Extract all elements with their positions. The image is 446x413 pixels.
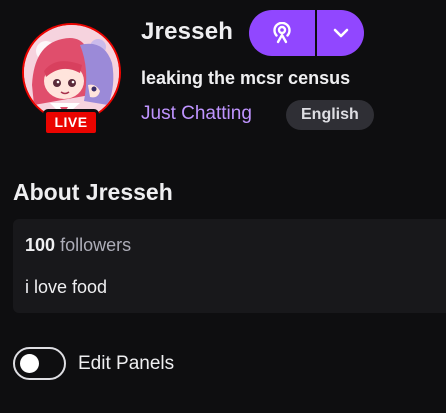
broadcast-dropdown-button[interactable] [317, 10, 364, 56]
channel-name[interactable]: Jresseh [141, 18, 233, 46]
channel-bio: i love food [25, 277, 108, 297]
live-badge: LIVE [43, 109, 99, 136]
stream-title: leaking the mcsr census [141, 68, 351, 88]
stream-action-button-group [249, 10, 364, 56]
category-link[interactable]: Just Chatting [141, 103, 252, 125]
avatar[interactable] [24, 25, 119, 120]
edit-panels-label[interactable]: Edit Panels [78, 353, 174, 375]
followers-label: followers [60, 235, 132, 255]
followers-count: 100 [25, 235, 56, 255]
about-card: 100 followers i love food [13, 219, 446, 313]
channel-header: LIVE Jresseh leaking the mcsr census Jus… [0, 0, 446, 150]
chevron-down-icon [333, 28, 348, 38]
edit-panels-toggle[interactable] [13, 347, 66, 380]
toggle-knob [20, 354, 39, 373]
broadcast-icon [273, 22, 291, 44]
followers-line: 100 followers [25, 235, 131, 256]
language-tag[interactable]: English [286, 100, 374, 130]
about-heading: About Jresseh [13, 179, 173, 205]
avatar-image [24, 25, 119, 120]
avatar-container[interactable]: LIVE [24, 25, 119, 136]
broadcast-button[interactable] [249, 10, 315, 56]
